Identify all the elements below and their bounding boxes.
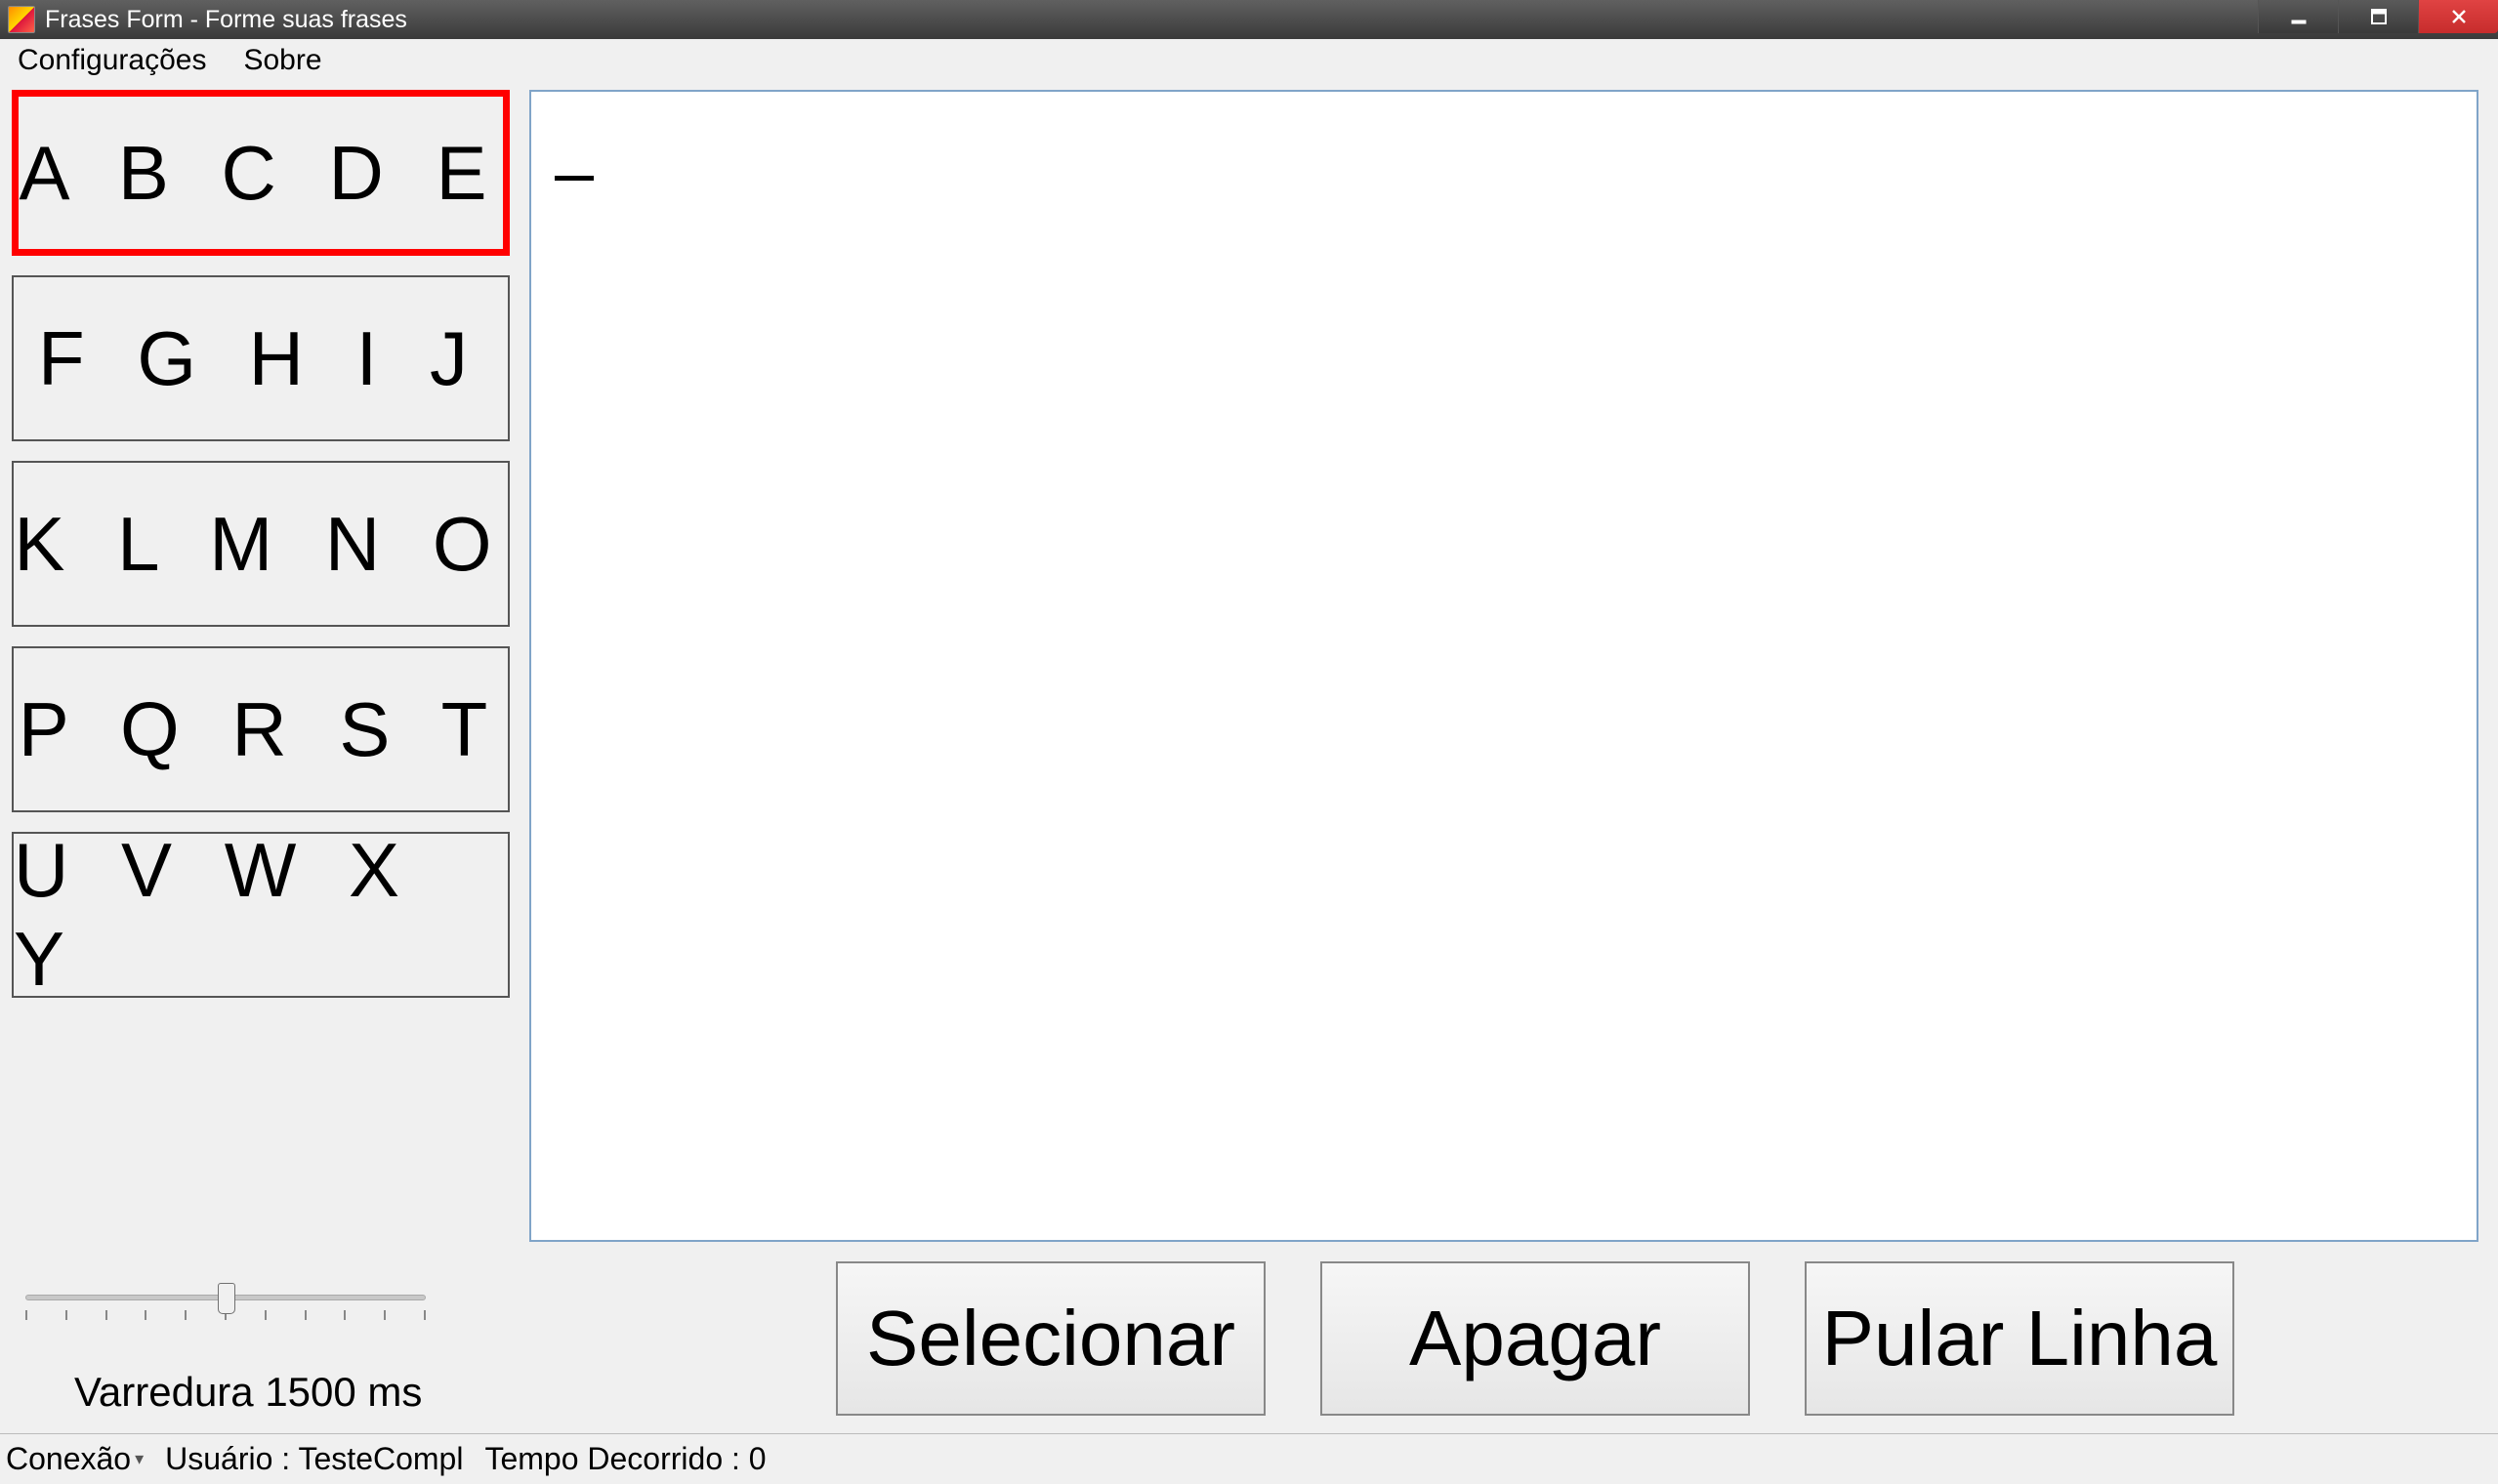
status-bar: Conexão ▾ Usuário : TesteCompl Tempo Dec… xyxy=(0,1433,2498,1484)
text-cursor xyxy=(555,176,594,181)
letter-group-uvwxy[interactable]: U V W X Y xyxy=(12,832,510,998)
close-icon xyxy=(2449,7,2469,26)
minimize-icon xyxy=(2289,7,2309,26)
text-output[interactable] xyxy=(529,90,2478,1242)
window-title: Frases Form - Forme suas frases xyxy=(45,6,407,34)
scan-speed-label: Varredura 1500 ms xyxy=(25,1369,422,1416)
action-buttons: Selecionar Apagar Pular Linha xyxy=(836,1261,2478,1416)
letter-groups-column: A B C D E F G H I J K L M N O P Q R S T … xyxy=(12,90,510,1242)
menu-config[interactable]: Configurações xyxy=(12,42,212,79)
letter-group-klmno[interactable]: K L M N O xyxy=(12,461,510,627)
bottom-row: Varredura 1500 ms Selecionar Apagar Pula… xyxy=(12,1242,2478,1433)
status-connection-label: Conexão xyxy=(6,1441,131,1477)
scan-speed-slider[interactable] xyxy=(25,1287,426,1326)
close-button[interactable] xyxy=(2418,0,2498,33)
scan-speed-block: Varredura 1500 ms xyxy=(12,1287,471,1416)
app-window: Frases Form - Forme suas frases Configur… xyxy=(0,0,2498,1484)
title-bar-left: Frases Form - Forme suas frases xyxy=(8,6,407,34)
status-user: Usuário : TesteCompl xyxy=(165,1441,463,1477)
main-row: A B C D E F G H I J K L M N O P Q R S T … xyxy=(12,90,2478,1242)
status-connection[interactable]: Conexão ▾ xyxy=(6,1441,144,1477)
newline-button[interactable]: Pular Linha xyxy=(1805,1261,2234,1416)
maximize-icon xyxy=(2369,7,2389,26)
app-icon xyxy=(8,6,35,33)
text-output-wrap xyxy=(529,90,2478,1242)
menu-bar: Configurações Sobre xyxy=(0,39,2498,82)
menu-about[interactable]: Sobre xyxy=(237,42,327,79)
client-area: A B C D E F G H I J K L M N O P Q R S T … xyxy=(0,82,2498,1433)
dropdown-caret-icon: ▾ xyxy=(135,1449,144,1469)
window-controls xyxy=(2258,0,2498,39)
minimize-button[interactable] xyxy=(2258,0,2338,33)
title-bar: Frases Form - Forme suas frases xyxy=(0,0,2498,39)
letter-group-fghij[interactable]: F G H I J xyxy=(12,275,510,441)
letter-group-pqrst[interactable]: P Q R S T xyxy=(12,646,510,812)
status-elapsed: Tempo Decorrido : 0 xyxy=(484,1441,766,1477)
letter-group-abcde[interactable]: A B C D E xyxy=(12,90,510,256)
slider-handle[interactable] xyxy=(218,1283,235,1314)
erase-button[interactable]: Apagar xyxy=(1320,1261,1750,1416)
select-button[interactable]: Selecionar xyxy=(836,1261,1266,1416)
maximize-button[interactable] xyxy=(2338,0,2418,33)
